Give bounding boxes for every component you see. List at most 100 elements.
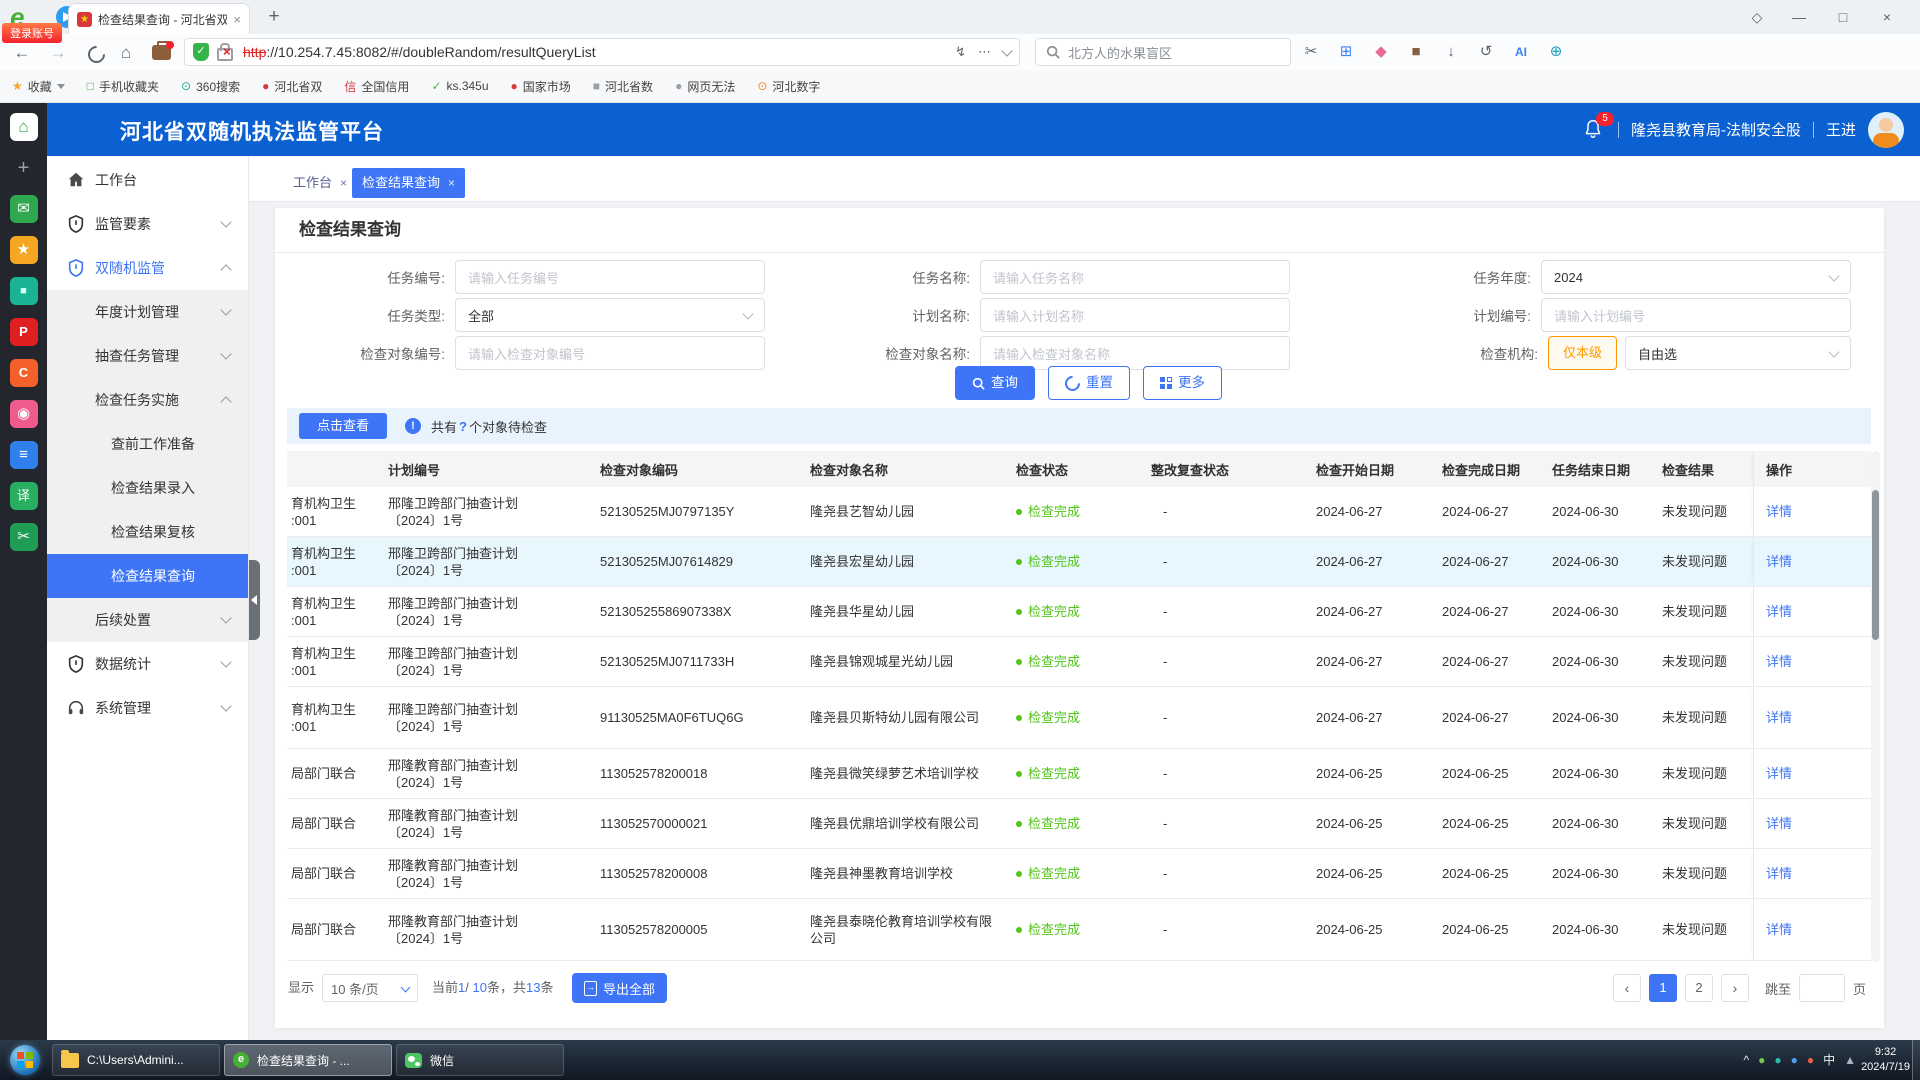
extension-icon[interactable]: ◆ [1370,41,1392,63]
search-button[interactable]: 查询 [955,366,1035,400]
field-control[interactable]: 请输入任务名称 [980,260,1290,294]
dock-camera-icon[interactable]: ◉ [10,400,38,428]
login-tooltip[interactable]: 登录账号 [2,23,62,43]
vertical-scrollbar-thumb[interactable] [1872,490,1879,640]
detail-link[interactable]: 详情 [1766,603,1792,620]
field-control[interactable]: 自由选 [1625,336,1851,370]
bookmark-360-search[interactable]: ⊙ 360搜索 [181,78,240,95]
dock-add-icon[interactable]: + [10,154,38,182]
screenshot-icon[interactable]: ✂ [1300,41,1322,63]
dock-gallery-icon[interactable]: ■ [10,277,38,305]
bookmark-mobile-favorites[interactable]: □ 手机收藏夹 [87,78,159,95]
tab-close-icon[interactable]: × [340,176,347,190]
detail-link[interactable]: 详情 [1766,503,1792,520]
detail-link[interactable]: 详情 [1766,815,1792,832]
taskbar-item-wechat[interactable]: 微信 [396,1044,564,1076]
bookmark-hebei-double-random[interactable]: ● 河北省双 [262,78,322,95]
dock-cleaner-icon[interactable]: C [10,359,38,387]
close-button[interactable]: × [1874,5,1900,29]
sidebar-item-annual-plan[interactable]: 年度计划管理 [47,290,248,334]
tray-ime-icon[interactable]: 中 [1823,1040,1835,1080]
forward-button[interactable]: → [46,41,70,65]
field-control[interactable]: 2024 [1541,260,1851,294]
tray-icon-teal[interactable]: ● [1774,1040,1781,1080]
detail-link[interactable]: 详情 [1766,765,1792,782]
download-icon[interactable]: ↓ [1440,41,1462,63]
home-button[interactable]: ⌂ [114,41,138,65]
vertical-scrollbar[interactable] [1871,451,1880,962]
sidebar-item-follow-up[interactable]: 后续处置 [47,598,248,642]
detail-link[interactable]: 详情 [1766,865,1792,882]
extensions-icon[interactable]: ⊞ [1335,41,1357,63]
tray-icon-misc[interactable]: ▲ [1844,1040,1856,1080]
chevron-down-icon[interactable] [1001,45,1012,56]
dock-home-icon[interactable]: ⌂ [10,113,38,141]
tab-close-icon[interactable]: × [448,176,455,190]
sidebar-item-workbench[interactable]: 工作台 [47,158,248,202]
dock-translate-icon[interactable]: 译 [10,482,38,510]
next-page-button[interactable] [1721,974,1749,1002]
start-button[interactable] [10,1045,40,1075]
bookmark-favorites[interactable]: ★ 收藏 [12,78,65,95]
workspace-icon[interactable] [152,45,171,60]
history-icon[interactable]: ↺ [1475,41,1497,63]
taskbar-item-explorer[interactable]: C:\Users\Admini... [52,1044,220,1076]
tab-result-query[interactable]: 检查结果查询× [352,168,465,198]
dock-screenshot-icon[interactable]: ✂ [10,523,38,551]
detail-link[interactable]: 详情 [1766,653,1792,670]
detail-link[interactable]: 详情 [1766,921,1792,938]
prev-page-button[interactable] [1613,974,1641,1002]
org-scope-button[interactable]: 仅本级 [1548,336,1617,370]
new-tab-button[interactable]: + [262,5,286,29]
reset-button[interactable]: 重置 [1048,366,1130,400]
browser-skin-button[interactable]: ◇ [1744,5,1770,29]
page-size-select[interactable]: 10 条/页 [322,974,418,1002]
sidebar-item-supervision-elements[interactable]: 监管要素 [47,202,248,246]
show-desktop-button[interactable] [1912,1040,1920,1080]
back-button[interactable]: ← [10,41,34,65]
sidebar-item-inspection-implementation[interactable]: 检查任务实施 [47,378,248,422]
taskbar-item-browser[interactable]: 检查结果查询 - ... [224,1044,392,1076]
detail-link[interactable]: 详情 [1766,553,1792,570]
sidebar-item-spot-check-tasks[interactable]: 抽查任务管理 [47,334,248,378]
url-bar[interactable]: http ://10.254.7.45:8082/#/doubleRandom/… [184,38,1020,66]
page-button-2[interactable]: 2 [1685,974,1713,1002]
field-control[interactable]: 请输入计划名称 [980,298,1290,332]
browser-globe-icon[interactable]: ⊕ [1545,41,1567,63]
tray-icon-red[interactable]: ● [1807,1040,1814,1080]
notification-bell-icon[interactable]: 5 [1582,118,1606,142]
tab-workbench[interactable]: 工作台× [283,168,357,198]
bookmark-state-market[interactable]: ● 国家市场 [511,78,571,95]
more-actions-icon[interactable]: ⋯ [978,44,991,60]
sidebar-item-statistics[interactable]: 数据统计 [47,642,248,686]
browser-tab[interactable]: ★ 检查结果查询 - 河北省双随机… × [68,3,250,34]
tab-close-icon[interactable]: × [233,12,241,27]
tray-icon-green[interactable]: ● [1758,1040,1765,1080]
sidebar-collapse-handle[interactable] [249,560,260,640]
maximize-button[interactable]: □ [1830,5,1856,29]
sidebar-item-pre-inspection-prep[interactable]: 查前工作准备 [47,422,248,466]
sidebar-item-system-management[interactable]: 系统管理 [47,686,248,730]
sidebar-item-double-random[interactable]: 双随机监管 [47,246,248,290]
export-all-button[interactable]: 导出全部 [572,973,667,1003]
sidebar-item-result-entry[interactable]: 检查结果录入 [47,466,248,510]
dock-pdf-icon[interactable]: P [10,318,38,346]
sidebar-item-result-query[interactable]: 检查结果查询 [47,554,248,598]
sidebar-item-result-review[interactable]: 检查结果复核 [47,510,248,554]
dock-favorites-icon[interactable]: ★ [10,236,38,264]
lightning-icon[interactable]: ↯ [955,44,966,60]
bookmark-ks345u[interactable]: ✓ ks.345u [431,79,488,93]
field-control[interactable]: 请输入检查对象名称 [980,336,1290,370]
page-button-1[interactable]: 1 [1649,974,1677,1002]
user-name[interactable]: 王进 [1826,119,1856,140]
jump-page-input[interactable] [1799,974,1845,1002]
ai-assistant-icon[interactable]: AI [1510,41,1532,63]
tray-expand-icon[interactable]: ^ [1743,1040,1749,1080]
mailbox-icon[interactable]: ■ [1405,41,1427,63]
bookmark-hebei-number[interactable]: ⊙ 河北数字 [757,78,820,95]
avatar[interactable] [1868,112,1904,148]
refresh-button[interactable] [84,42,108,66]
browser-search-box[interactable]: 北方人的水果盲区 [1035,38,1291,66]
safety-shield-icon[interactable] [193,43,209,61]
detail-link[interactable]: 详情 [1766,709,1792,726]
